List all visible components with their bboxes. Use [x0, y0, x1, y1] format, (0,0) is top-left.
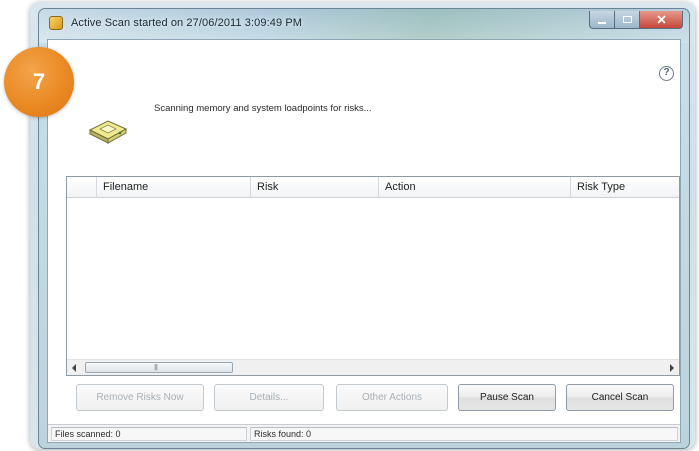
scan-drive-icon: [88, 120, 128, 144]
files-scanned-status: Files scanned: 0: [51, 427, 247, 441]
remove-risks-button[interactable]: Remove Risks Now: [76, 384, 204, 411]
minimize-button[interactable]: [589, 11, 615, 29]
step-number-badge: 7: [4, 47, 74, 117]
risks-found-status: Risks found: 0: [250, 427, 678, 441]
app-icon: [49, 16, 63, 30]
column-action[interactable]: Action: [379, 177, 571, 198]
pause-scan-button[interactable]: Pause Scan: [458, 384, 556, 411]
client-area: ? Scanning memory and system loadpoints …: [47, 39, 681, 443]
minimize-icon: [598, 21, 606, 24]
scroll-left-arrow-icon[interactable]: [72, 364, 76, 372]
close-button[interactable]: [640, 11, 683, 29]
maximize-icon: [622, 16, 632, 23]
titlebar[interactable]: Active Scan started on 27/06/2011 3:09:4…: [39, 9, 689, 37]
action-buttons: Remove Risks Now Details... Other Action…: [66, 384, 680, 414]
scroll-grip: |||: [154, 364, 158, 371]
maximize-button[interactable]: [615, 11, 640, 29]
scroll-thumb[interactable]: |||: [85, 362, 233, 373]
column-select[interactable]: [67, 177, 97, 198]
caption-buttons: [589, 11, 683, 29]
scan-window: Active Scan started on 27/06/2011 3:09:4…: [38, 8, 690, 449]
close-icon: [656, 15, 666, 24]
column-risk[interactable]: Risk: [251, 177, 379, 198]
window-title: Active Scan started on 27/06/2011 3:09:4…: [71, 17, 303, 29]
help-icon[interactable]: ?: [659, 66, 674, 81]
cancel-scan-button[interactable]: Cancel Scan: [566, 384, 674, 411]
scroll-right-arrow-icon[interactable]: [670, 364, 674, 372]
other-actions-button[interactable]: Other Actions: [336, 384, 448, 411]
column-filename[interactable]: Filename: [97, 177, 251, 198]
results-header: Filename Risk Action Risk Type: [67, 177, 679, 198]
status-bar: Files scanned: 0 Risks found: 0: [48, 424, 680, 442]
results-table[interactable]: Filename Risk Action Risk Type |||: [66, 176, 680, 376]
scan-status-text: Scanning memory and system loadpoints fo…: [154, 103, 372, 114]
horizontal-scrollbar[interactable]: |||: [67, 359, 679, 375]
column-risk-type[interactable]: Risk Type: [571, 177, 679, 198]
details-button[interactable]: Details...: [214, 384, 324, 411]
